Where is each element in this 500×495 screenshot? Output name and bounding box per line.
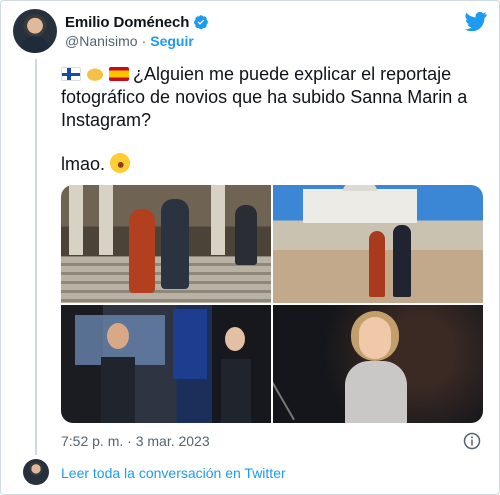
twitter-bird-icon[interactable]: [465, 11, 487, 31]
tweet-text: ¿Alguien me puede explicar el reportaje …: [61, 63, 481, 132]
author-display-name[interactable]: Emilio Doménech: [65, 14, 189, 31]
handshake-icon: [85, 67, 105, 81]
verified-badge-icon: [194, 15, 209, 30]
photo-cathedral-couple[interactable]: [273, 185, 483, 303]
photo-steps-couple[interactable]: [61, 185, 271, 303]
follow-button[interactable]: Seguir: [150, 33, 194, 49]
thread-line: [35, 59, 37, 455]
tweet-timestamp[interactable]: 7:52 p. m. · 3 mar. 2023: [61, 433, 210, 449]
read-conversation-link[interactable]: Leer toda la conversación en Twitter: [61, 465, 286, 481]
separator-dot: ·: [141, 33, 147, 49]
author-handle[interactable]: @Nanisimo: [65, 33, 138, 49]
spain-flag-icon: [109, 67, 129, 81]
tweet-lmao-text: lmao.: [61, 154, 106, 174]
info-icon[interactable]: [463, 432, 481, 450]
tweet-header: Emilio Doménech @Nanisimo · Seguir: [13, 9, 489, 57]
photo-press-conference[interactable]: [61, 305, 271, 423]
finland-flag-icon: [61, 67, 81, 81]
tweet-second-line: lmao.: [61, 150, 133, 176]
handle-row: @Nanisimo · Seguir: [65, 33, 194, 49]
author-name-row: Emilio Doménech: [65, 13, 209, 31]
footer-avatar: [23, 459, 49, 485]
rolling-on-floor-laughing-icon: [107, 150, 133, 176]
author-avatar[interactable]: [13, 9, 57, 53]
embedded-tweet-card: Emilio Doménech @Nanisimo · Seguir ¿Algu…: [0, 0, 500, 495]
photo-woman-speaking[interactable]: [273, 305, 483, 423]
tweet-meta: 7:52 p. m. · 3 mar. 2023: [61, 432, 481, 451]
tweet-footer: Leer toda la conversación en Twitter: [13, 459, 489, 489]
photo-grid: [61, 185, 483, 423]
